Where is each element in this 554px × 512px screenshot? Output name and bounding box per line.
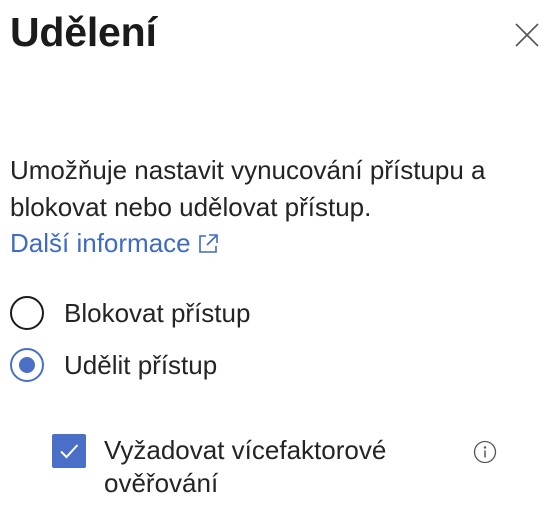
require-mfa-option[interactable]: Vyžadovat vícefaktorové ověřování	[52, 434, 404, 500]
require-mfa-checkbox[interactable]	[52, 434, 86, 468]
external-link-icon	[197, 233, 219, 255]
radio-grant-access[interactable]: Udělit přístup	[10, 348, 217, 382]
radio-label: Udělit přístup	[64, 350, 218, 380]
checkmark-icon	[60, 444, 79, 459]
description-text: Umožňuje nastavit vynucování přístupu a …	[10, 155, 486, 222]
require-mfa-label: Vyžadovat vícefaktorové ověřování	[104, 435, 387, 498]
panel-title: Udělení	[10, 9, 157, 55]
radio-block-access[interactable]: Blokovat přístup	[10, 296, 250, 330]
learn-more-link[interactable]: Další informace	[10, 225, 219, 262]
close-icon	[515, 23, 539, 47]
close-button[interactable]	[510, 20, 544, 50]
learn-more-label: Další informace	[10, 228, 191, 258]
radio-dot	[19, 357, 35, 373]
radio-label: Blokovat přístup	[64, 298, 251, 328]
info-icon[interactable]	[473, 440, 497, 464]
grant-panel: Udělení Umožňuje nastavit vynucování pří…	[0, 0, 554, 512]
radio-button[interactable]	[10, 296, 44, 330]
radio-button-selected[interactable]	[10, 348, 44, 382]
